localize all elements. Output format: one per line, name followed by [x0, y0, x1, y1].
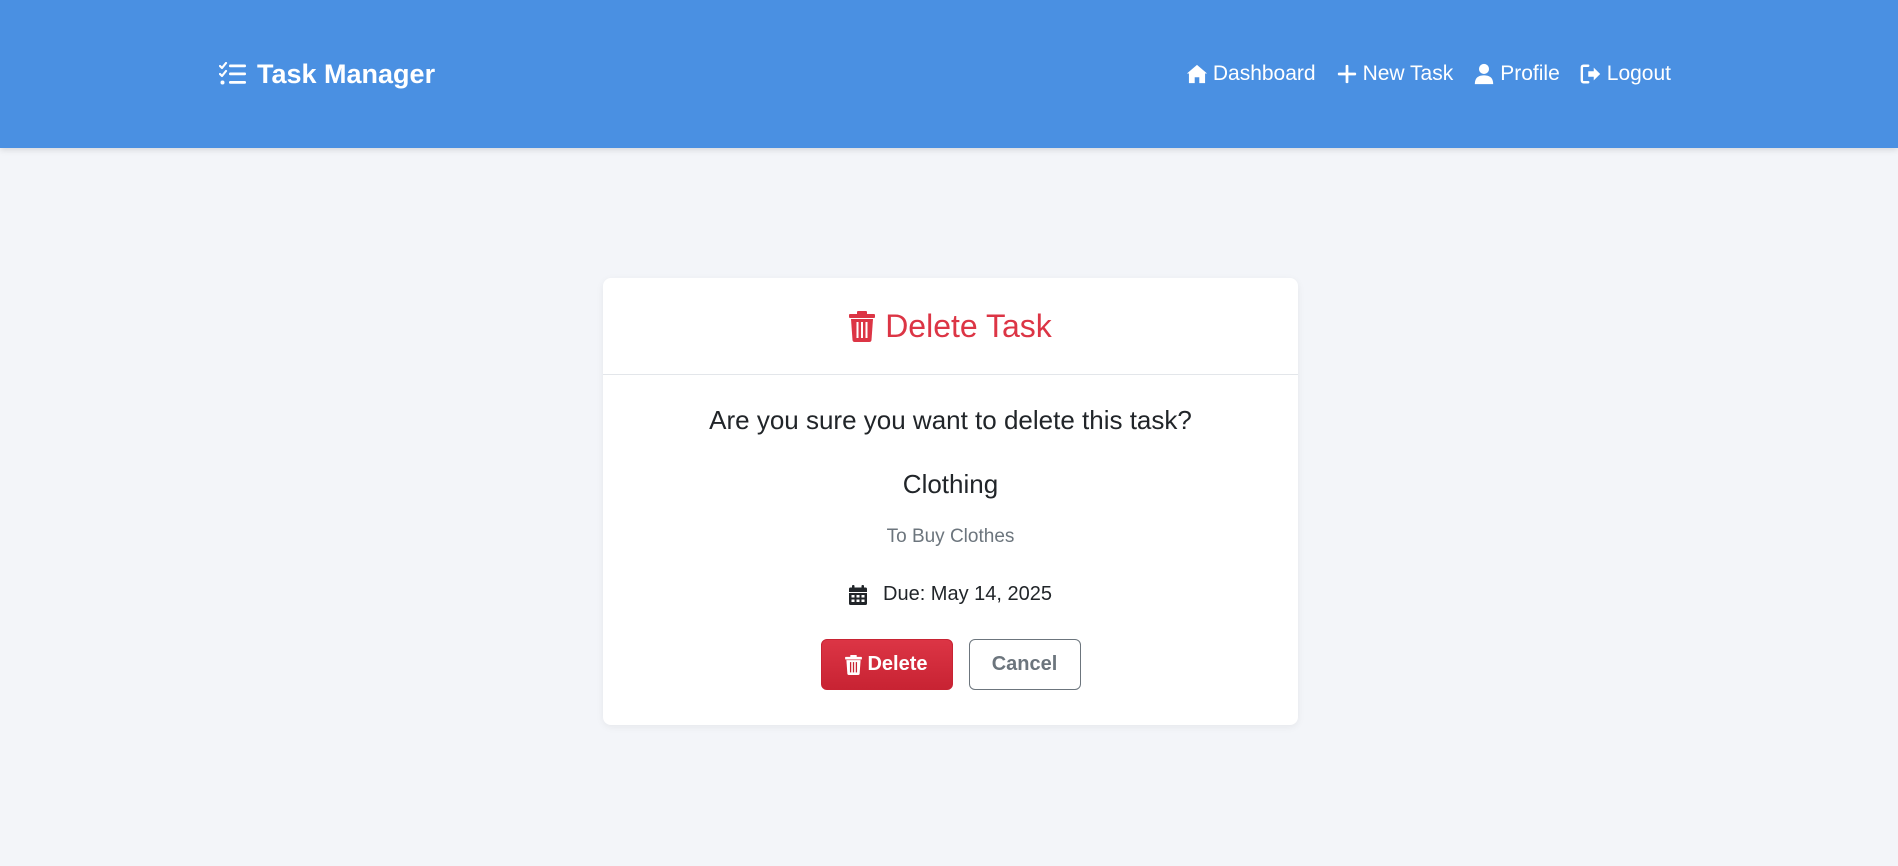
- nav-profile-link[interactable]: Profile: [1473, 62, 1560, 86]
- due-date-label: Due: May 14, 2025: [883, 583, 1052, 605]
- cancel-button-label: Cancel: [991, 653, 1058, 675]
- trash-icon: [849, 310, 876, 342]
- action-buttons: Delete Cancel: [603, 639, 1298, 690]
- confirm-question: Are you sure you want to delete this tas…: [709, 405, 1192, 435]
- card-title: Delete Task: [885, 307, 1052, 344]
- nav-profile-label: Profile: [1500, 62, 1560, 85]
- task-title: Clothing: [902, 469, 999, 499]
- delete-task-card: Delete Task Are you sure you want to del…: [603, 278, 1298, 725]
- card-body: Are you sure you want to delete this tas…: [603, 375, 1298, 725]
- nav-logout-label: Logout: [1606, 62, 1671, 85]
- delete-button-label: Delete: [867, 653, 928, 675]
- brand-link[interactable]: Task Manager: [219, 57, 435, 91]
- nav-new-task-label: New Task: [1362, 62, 1454, 85]
- due-date: Due: May 14, 2025: [603, 583, 1298, 606]
- task-list-icon: [219, 62, 246, 85]
- nav-menu: Dashboard New Task Profile Logout: [1186, 57, 1671, 91]
- trash-icon: [845, 654, 863, 675]
- nav-logout-link[interactable]: Logout: [1580, 62, 1671, 86]
- cancel-button[interactable]: Cancel: [968, 639, 1081, 690]
- task-description: To Buy Clothes: [886, 526, 1015, 547]
- navbar: Task Manager Dashboard New Task Profile: [0, 0, 1898, 148]
- nav-dashboard-label: Dashboard: [1212, 62, 1316, 85]
- logout-icon: [1580, 64, 1600, 84]
- plus-icon: [1337, 64, 1356, 84]
- user-icon: [1475, 63, 1494, 85]
- brand-title: Task Manager: [257, 58, 436, 89]
- nav-new-task-link[interactable]: New Task: [1336, 62, 1454, 86]
- delete-button[interactable]: Delete: [820, 639, 953, 690]
- calendar-icon: [849, 584, 867, 605]
- home-icon: [1186, 64, 1207, 84]
- nav-dashboard-link[interactable]: Dashboard: [1186, 62, 1316, 86]
- card-header: Delete Task: [603, 278, 1298, 375]
